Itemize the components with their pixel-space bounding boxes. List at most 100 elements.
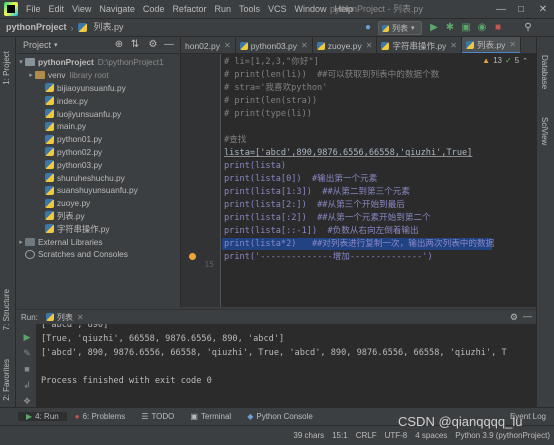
hide-icon[interactable]: —	[523, 311, 532, 321]
file-name: 字符串操作.py	[57, 223, 110, 234]
status-caret-position[interactable]: 15:1	[332, 431, 348, 440]
tree-external-libraries[interactable]: ▸ External Libraries	[17, 235, 179, 248]
tree-file[interactable]: suanshuyunsuanfu.py	[17, 184, 179, 197]
project-panel-title[interactable]: Project	[23, 40, 51, 50]
close-window-icon[interactable]: ✕	[534, 0, 552, 18]
stop-icon[interactable]: ■	[22, 364, 32, 374]
run-tab[interactable]: 列表	[57, 312, 73, 323]
status-line-separator[interactable]: CRLF	[356, 431, 377, 440]
collapse-icon[interactable]: ⇅	[129, 39, 141, 51]
tree-file[interactable]: index.py	[17, 94, 179, 107]
tab-terminal[interactable]: ▣ Terminal	[182, 412, 239, 421]
tab-list[interactable]: 列表.py ✕	[462, 37, 522, 53]
stop-icon[interactable]: ■	[492, 22, 504, 34]
project-tool-tab[interactable]: 1: Project	[2, 51, 11, 85]
close-icon[interactable]: ✕	[509, 40, 516, 49]
minimize-icon[interactable]: —	[492, 0, 510, 18]
tree-scratches[interactable]: Scratches and Consoles	[17, 248, 179, 261]
status-indent[interactable]: 4 spaces	[415, 431, 447, 440]
python-file-icon	[382, 24, 389, 32]
collapse-arrow-icon[interactable]: ▸	[17, 238, 25, 246]
gear-icon[interactable]: ⚙	[147, 39, 159, 51]
code-area[interactable]: ▲ 13 ✓ 5 ⌃ # li=[1,2,3,"你好"] # print(len…	[222, 54, 536, 307]
user-icon[interactable]: ●	[362, 22, 374, 34]
menu-tools[interactable]: Tools	[235, 0, 264, 18]
locate-icon[interactable]: ⊕	[113, 39, 125, 51]
menu-vcs[interactable]: VCS	[264, 0, 291, 18]
close-icon[interactable]: ✕	[366, 41, 373, 50]
tree-file[interactable]: 字符串操作.py	[17, 222, 179, 235]
console-output[interactable]: ['abcd', 890] [True, 'qiuzhi', 66558, 98…	[41, 324, 536, 407]
tree-file[interactable]: main.py	[17, 120, 179, 133]
run-configuration-select[interactable]: 列表 ▾	[378, 21, 422, 35]
sciview-tool-tab[interactable]: SciView	[540, 117, 549, 145]
tab-python03[interactable]: python03.py ✕	[236, 37, 313, 53]
database-tool-tab[interactable]: Database	[540, 55, 549, 89]
status-encoding[interactable]: UTF-8	[385, 431, 408, 440]
menu-refactor[interactable]: Refactor	[168, 0, 210, 18]
menu-edit[interactable]: Edit	[45, 0, 69, 18]
close-icon[interactable]: ✕	[301, 41, 308, 50]
tab-run[interactable]: ▶ 4: Run	[18, 412, 67, 421]
pin-icon[interactable]: ❖	[22, 396, 32, 406]
status-interpreter[interactable]: Python 3.9 (pythonProject)	[455, 431, 550, 440]
gear-icon[interactable]: ⚙	[510, 312, 518, 323]
tab-python-console[interactable]: ◆ Python Console	[239, 412, 321, 421]
profile-icon[interactable]: ◉	[476, 22, 488, 34]
debug-icon[interactable]: ✱	[444, 22, 456, 34]
breadcrumb-separator-icon: ›	[70, 22, 74, 33]
tree-file[interactable]: bijiaoyunsuanfu.py	[17, 82, 179, 95]
breadcrumb-project[interactable]: pythonProject	[0, 19, 71, 36]
favorites-tool-tab[interactable]: 2: Favorites	[2, 359, 11, 401]
menu-code[interactable]: Code	[139, 0, 169, 18]
project-panel: Project ▾ ⊕ ⇅ ⚙ — ▾ pythonProject D:\pyt…	[17, 37, 179, 307]
tab-string-ops[interactable]: 字符串操作.py ✕	[377, 37, 462, 53]
breadcrumb-file[interactable]: 列表.py	[90, 19, 128, 36]
tab-label: python03.py	[250, 40, 298, 51]
structure-tool-tab[interactable]: 7: Structure	[2, 289, 11, 330]
chevron-down-icon[interactable]: ▾	[54, 41, 58, 49]
menu-run[interactable]: Run	[210, 0, 235, 18]
close-icon[interactable]: ✕	[77, 313, 84, 322]
run-configuration-label: 列表	[392, 23, 408, 33]
tree-file[interactable]: luojiyunsuanfu.py	[17, 107, 179, 120]
menu-view[interactable]: View	[68, 0, 95, 18]
bulb-icon[interactable]	[189, 253, 196, 260]
tree-file[interactable]: python03.py	[17, 158, 179, 171]
tree-file[interactable]: 列表.py	[17, 210, 179, 223]
menu-window[interactable]: Window	[291, 0, 331, 18]
maximize-icon[interactable]: □	[512, 0, 530, 18]
tree-file[interactable]: zuoye.py	[17, 197, 179, 210]
soft-wrap-icon[interactable]: ↲	[22, 380, 32, 390]
tab-problems[interactable]: ● 6: Problems	[67, 412, 134, 421]
run-icon[interactable]: ▶	[428, 22, 440, 34]
hide-icon[interactable]: —	[163, 39, 175, 51]
run-panel-header: Run: 列表 ✕ ⚙ —	[17, 310, 536, 324]
close-icon[interactable]: ✕	[224, 41, 231, 50]
tab-python02[interactable]: hon02.py ✕	[181, 37, 236, 53]
menu-file[interactable]: File	[22, 0, 45, 18]
problems-icon: ●	[74, 412, 80, 421]
tree-file[interactable]: python01.py	[17, 133, 179, 146]
venv-name: venv	[48, 70, 66, 81]
tree-root[interactable]: ▾ pythonProject D:\pythonProject1	[17, 56, 179, 69]
close-icon[interactable]: ✕	[450, 41, 457, 50]
search-icon[interactable]: ⚲	[522, 22, 534, 34]
tree-file[interactable]: python02.py	[17, 146, 179, 159]
run-icon: ▶	[26, 412, 33, 421]
tree-file[interactable]: shuruheshuchu.py	[17, 171, 179, 184]
rerun-icon[interactable]: ▶	[22, 332, 32, 342]
code-line: lista=['abcd',890,9876.6556,66558,'qiuzh…	[224, 148, 473, 158]
run-panel: Run: 列表 ✕ ⚙ — ▶ ✎ ■ ↲ ❖ ['abcd', 890] [T…	[17, 309, 536, 407]
wrench-icon[interactable]: ✎	[22, 348, 32, 358]
expand-arrow-icon[interactable]: ▾	[17, 58, 25, 66]
collapse-arrow-icon[interactable]: ▸	[27, 71, 35, 79]
coverage-icon[interactable]: ▣	[460, 22, 472, 34]
menu-navigate[interactable]: Navigate	[95, 0, 139, 18]
tab-zuoye[interactable]: zuoye.py ✕	[313, 37, 378, 53]
tab-todo[interactable]: ☰ TODO	[133, 412, 182, 421]
python-file-icon	[45, 96, 54, 106]
python-file-icon	[45, 185, 54, 195]
tab-label: zuoye.py	[327, 40, 362, 51]
tree-venv[interactable]: ▸ venv library root	[17, 69, 179, 82]
